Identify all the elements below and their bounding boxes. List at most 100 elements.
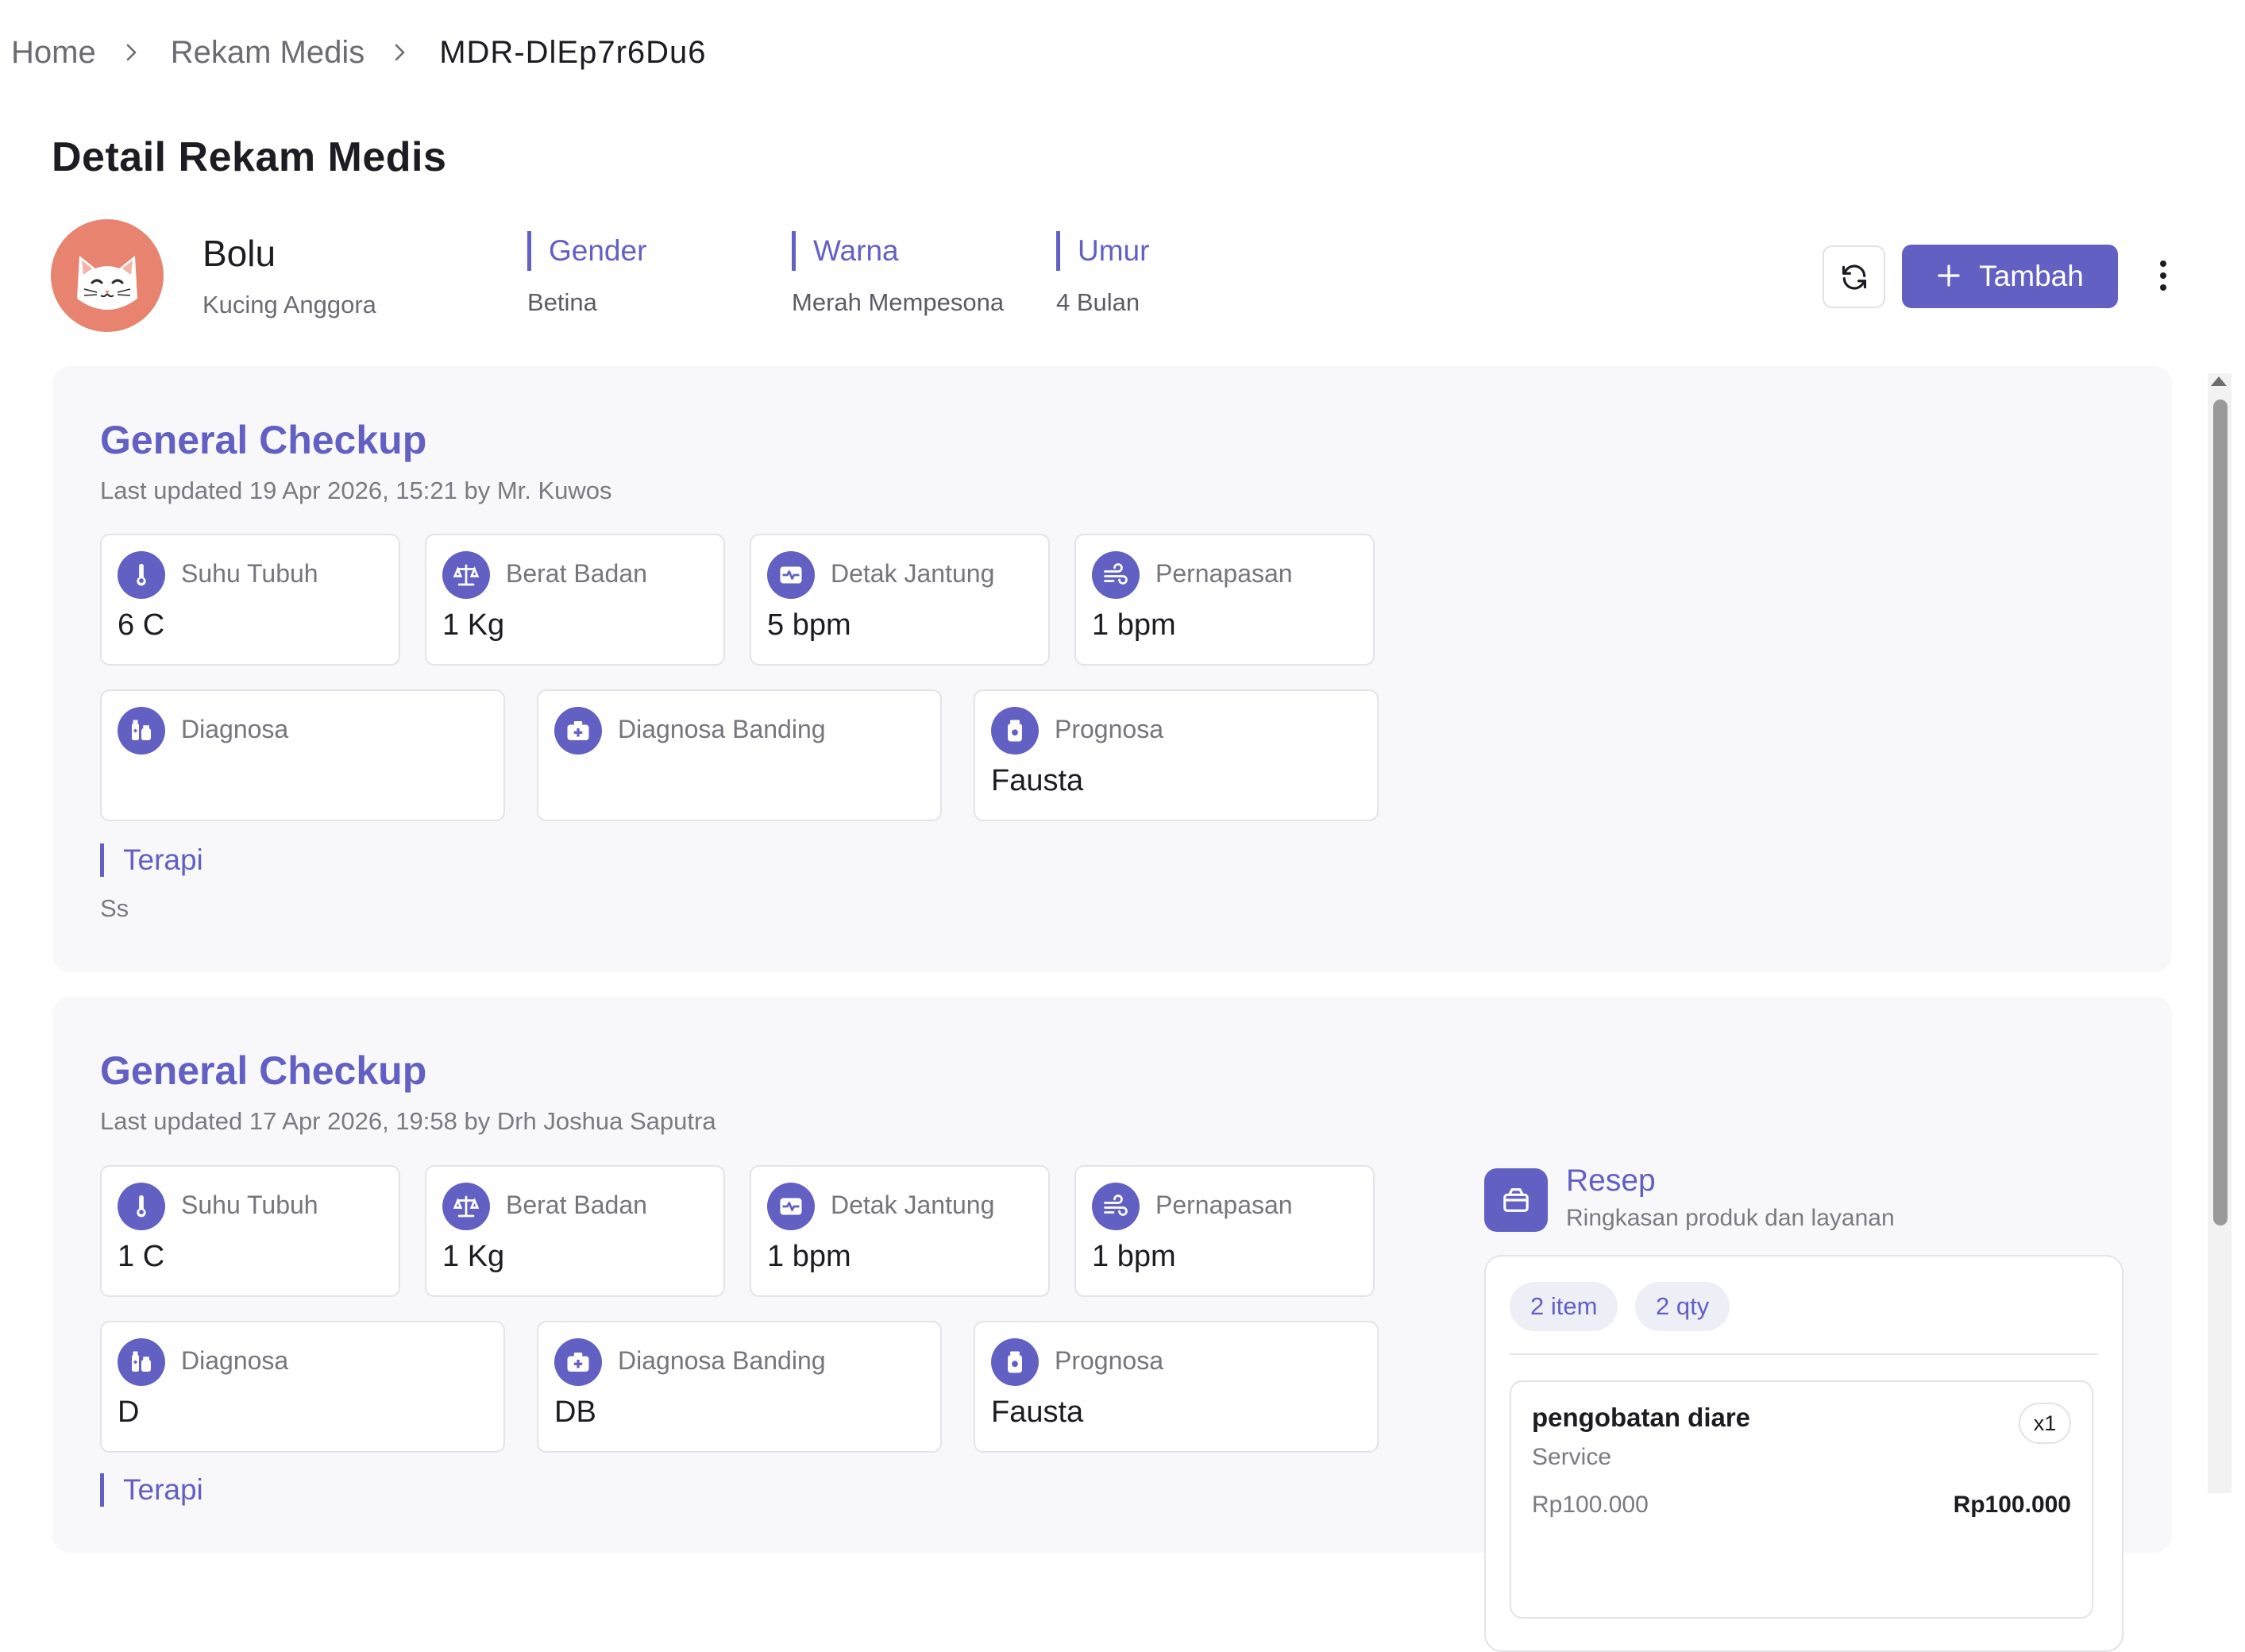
divider — [1510, 1353, 2098, 1355]
cat-avatar — [51, 219, 164, 332]
gender-label: Gender — [527, 231, 646, 271]
vital-label: Berat Badan — [506, 1191, 647, 1219]
page-title: Detail Rekam Medis — [52, 134, 447, 180]
vital-respiration: Pernapasan 1 bpm — [1074, 534, 1375, 666]
thermometer-icon — [118, 1183, 165, 1230]
vital-respiration: Pernapasan 1 bpm — [1074, 1165, 1375, 1297]
vital-weight: Berat Badan 1 Kg — [425, 534, 725, 666]
more-vertical-icon[interactable] — [2147, 256, 2179, 295]
therapy-label: Terapi — [100, 1473, 203, 1507]
prognosis-icon — [991, 707, 1039, 755]
vital-value: 1 bpm — [1092, 1240, 1176, 1273]
add-record-button[interactable]: Tambah — [1902, 245, 2118, 308]
pet-name: Bolu — [203, 233, 276, 274]
record-card: General Checkup Last updated 19 Apr 2026… — [52, 366, 2172, 972]
item-type: Service — [1532, 1444, 1612, 1470]
breadcrumb: Home Rekam Medis MDR-DlEp7r6Du6 — [11, 29, 707, 76]
vital-heart-rate: Detak Jantung 1 bpm — [750, 1165, 1050, 1297]
differential-diagnosis-label: Diagnosa Banding — [618, 1346, 826, 1375]
record-card: General Checkup Last updated 17 Apr 2026… — [52, 997, 2172, 1652]
diagnosis-label: Diagnosa — [181, 715, 289, 743]
item-qty-badge: x1 — [2019, 1403, 2071, 1444]
prescription-subtitle: Ringkasan produk dan layanan — [1566, 1205, 1895, 1231]
vital-weight: Berat Badan 1 Kg — [425, 1165, 725, 1297]
vital-label: Detak Jantung — [831, 559, 995, 588]
record-updated: Last updated 19 Apr 2026, 15:21 by Mr. K… — [100, 477, 612, 504]
prognosis-field: Prognosa Fausta — [974, 1321, 1379, 1453]
heart-monitor-icon — [767, 1183, 815, 1230]
heart-monitor-icon — [767, 551, 815, 599]
vital-label: Suhu Tubuh — [181, 559, 318, 588]
qty-count-badge: 2 qty — [1635, 1282, 1730, 1331]
record-title: General Checkup — [100, 418, 427, 462]
medical-kit-icon — [554, 707, 602, 755]
breadcrumb-home-link[interactable]: Home — [11, 35, 96, 71]
vital-value: 1 Kg — [442, 1240, 505, 1273]
refresh-button[interactable] — [1823, 245, 1885, 308]
vital-value: 5 bpm — [767, 608, 851, 642]
prescription-summary: 2 item 2 qty pengobatan diare Service x1… — [1484, 1255, 2123, 1652]
therapy-label: Terapi — [100, 843, 203, 877]
vital-temperature: Suhu Tubuh 1 C — [100, 1165, 400, 1297]
record-title: General Checkup — [100, 1048, 427, 1093]
breadcrumb-current: MDR-DlEp7r6Du6 — [439, 34, 707, 70]
medicine-icon — [118, 1338, 165, 1386]
chevron-right-icon — [123, 42, 141, 63]
vital-label: Suhu Tubuh — [181, 1191, 318, 1219]
prescription-item: pengobatan diare Service x1 Rp100.000 Rp… — [1510, 1380, 2093, 1619]
color-value: Merah Mempesona — [792, 288, 1005, 316]
diagnosis-field: Diagnosa D — [100, 1321, 505, 1453]
vital-label: Berat Badan — [506, 559, 647, 588]
prognosis-label: Prognosa — [1055, 715, 1163, 743]
differential-diagnosis-field: Diagnosa Banding DB — [537, 1321, 942, 1453]
vital-value: 1 Kg — [442, 608, 505, 642]
gender-value: Betina — [527, 288, 597, 316]
scrollbar-thumb[interactable] — [2213, 399, 2228, 1225]
color-label: Warna — [792, 231, 1004, 271]
refresh-icon — [1839, 262, 1869, 292]
plus-icon — [1936, 257, 1961, 295]
diagnosis-field: Diagnosa — [100, 689, 505, 821]
vital-value: 1 bpm — [767, 1240, 851, 1273]
record-updated: Last updated 17 Apr 2026, 19:58 by Drh J… — [100, 1107, 716, 1135]
age-label: Umur — [1056, 231, 1149, 271]
medicine-icon — [118, 707, 165, 755]
item-name: pengobatan diare — [1532, 1403, 1751, 1432]
thermometer-icon — [118, 551, 165, 599]
prescription-title: Resep — [1566, 1164, 1656, 1198]
prognosis-value: Fausta — [991, 1395, 1084, 1429]
scroll-up-arrow-icon[interactable] — [2211, 376, 2227, 386]
gender-field: Gender Betina — [527, 231, 646, 317]
vital-label: Detak Jantung — [831, 1191, 995, 1219]
vital-value: 1 C — [118, 1240, 165, 1273]
prognosis-value: Fausta — [991, 764, 1084, 797]
item-unit-price: Rp100.000 — [1532, 1492, 1649, 1518]
vital-value: 6 C — [118, 608, 165, 642]
wind-icon — [1092, 551, 1140, 599]
differential-diagnosis-label: Diagnosa Banding — [618, 715, 826, 743]
differential-diagnosis-value: DB — [554, 1395, 596, 1429]
vital-temperature: Suhu Tubuh 6 C — [100, 534, 400, 666]
chevron-right-icon — [392, 42, 409, 63]
therapy-value: Ss — [100, 894, 129, 922]
vital-value: 1 bpm — [1092, 608, 1176, 642]
vital-heart-rate: Detak Jantung 5 bpm — [750, 534, 1050, 666]
prognosis-field: Prognosa Fausta — [974, 689, 1379, 821]
add-record-label: Tambah — [1979, 260, 2084, 292]
bag-icon — [1484, 1168, 1548, 1232]
wind-icon — [1092, 1183, 1140, 1230]
diagnosis-label: Diagnosa — [181, 1346, 289, 1375]
differential-diagnosis-field: Diagnosa Banding — [537, 689, 942, 821]
age-field: Umur 4 Bulan — [1056, 231, 1149, 317]
pet-breed: Kucing Anggora — [203, 291, 376, 318]
scale-icon — [442, 1183, 490, 1230]
breadcrumb-rekam-medis-link[interactable]: Rekam Medis — [171, 35, 365, 71]
prognosis-label: Prognosa — [1055, 1346, 1163, 1375]
age-value: 4 Bulan — [1056, 288, 1140, 316]
vital-label: Pernapasan — [1155, 559, 1293, 588]
vital-label: Pernapasan — [1155, 1191, 1293, 1219]
diagnosis-value: D — [118, 1395, 140, 1429]
item-count-badge: 2 item — [1510, 1282, 1618, 1331]
prognosis-icon — [991, 1338, 1039, 1386]
scale-icon — [442, 551, 490, 599]
